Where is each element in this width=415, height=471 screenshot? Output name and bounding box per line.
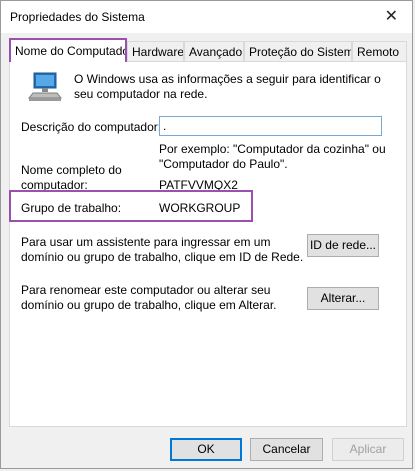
window-title: Propriedades do Sistema (10, 10, 145, 24)
tab-strip: Nome do Computador Hardware Avançado Pro… (9, 38, 407, 62)
computer-name-panel: O Windows usa as informações a seguir pa… (9, 61, 407, 427)
workgroup-label: Grupo de trabalho: (21, 201, 122, 215)
network-id-button[interactable]: ID de rede... (307, 234, 379, 257)
tab-hardware[interactable]: Hardware (127, 41, 184, 61)
title-bar: Propriedades do Sistema ✕ (1, 1, 412, 33)
computer-description-input[interactable]: . (159, 116, 382, 136)
tab-computer-name[interactable]: Nome do Computador (9, 38, 127, 62)
computer-monitor-icon (27, 72, 63, 101)
workgroup-value: WORKGROUP (159, 201, 241, 215)
example-text: Por exemplo: "Computador da cozinha" ou … (159, 142, 386, 171)
ok-button[interactable]: OK (170, 438, 242, 461)
tab-advanced[interactable]: Avançado (184, 41, 244, 61)
apply-button[interactable]: Aplicar (332, 438, 404, 461)
close-icon[interactable]: ✕ (385, 6, 398, 26)
rename-text: Para renomear este computador ou alterar… (21, 283, 277, 312)
change-button[interactable]: Alterar... (307, 287, 379, 310)
full-computer-name-label: Nome completo do computador: (21, 163, 122, 192)
system-properties-window: Propriedades do Sistema ✕ Nome do Comput… (0, 0, 413, 469)
description-label: Descrição do computador: (21, 120, 162, 134)
tab-system-protection[interactable]: Proteção do Sistema (244, 41, 352, 61)
cancel-button[interactable]: Cancelar (250, 438, 323, 461)
tab-remote[interactable]: Remoto (352, 41, 407, 61)
intro-text: O Windows usa as informações a seguir pa… (74, 72, 381, 101)
network-id-text: Para usar um assistente para ingressar e… (21, 235, 304, 264)
